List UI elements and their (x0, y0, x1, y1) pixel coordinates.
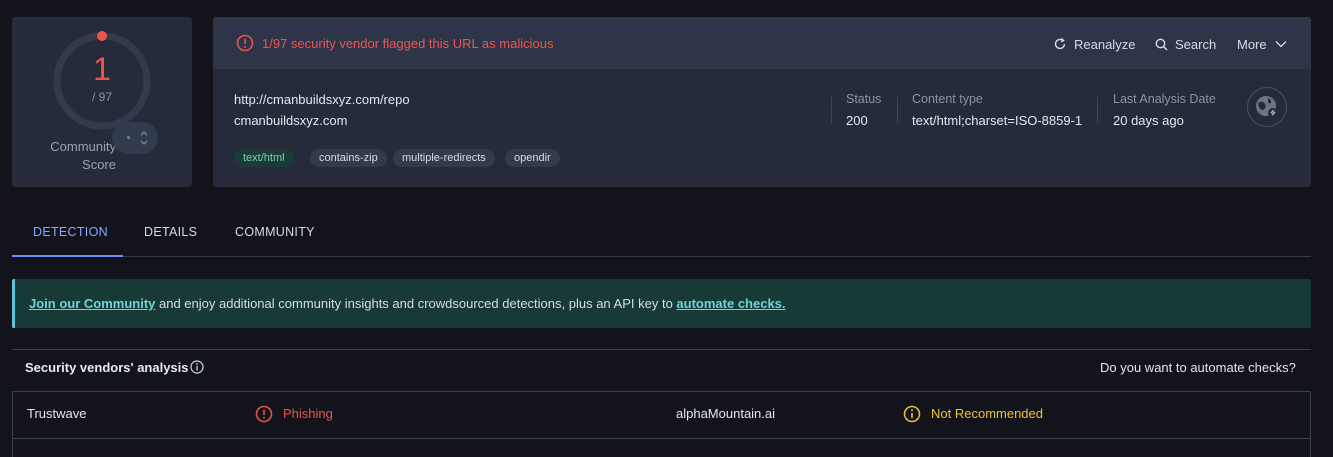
reanalyze-button[interactable]: Reanalyze (1053, 35, 1135, 53)
alert-message: 1/97 security vendor flagged this URL as… (262, 36, 554, 51)
meta-divider (831, 97, 832, 123)
info-icon[interactable] (190, 360, 204, 374)
score-gauge-marker (97, 31, 107, 41)
tag-text-html[interactable]: text/html (234, 149, 294, 167)
tag-contains-zip[interactable]: contains-zip (310, 149, 387, 167)
active-tab-indicator (12, 255, 123, 257)
status-label: Status (846, 92, 882, 106)
reanalyze-label: Reanalyze (1074, 36, 1136, 52)
vendor-row (12, 391, 1311, 439)
vendor-name-trustwave: Trustwave (27, 406, 87, 421)
tag-opendir[interactable]: opendir (505, 149, 560, 167)
tabs-divider (12, 256, 1311, 257)
community-label-line2: Score (82, 157, 116, 172)
detection-score-card: 1 / 97 Community Score (12, 17, 192, 187)
url-summary-card: 1/97 security vendor flagged this URL as… (213, 17, 1311, 187)
meta-divider (1097, 97, 1098, 123)
banner-middle-text: and enjoy additional community insights … (155, 296, 677, 311)
community-label-line1: Community (50, 139, 116, 154)
stepper-arrows-icon[interactable] (138, 129, 150, 147)
globe-link-button[interactable] (1247, 87, 1287, 127)
tab-detection[interactable]: DETECTION (33, 225, 108, 239)
vendor-row (12, 437, 1311, 457)
content-type-label: Content type (912, 92, 983, 106)
community-banner: Join our Community and enjoy additional … (12, 279, 1311, 328)
automate-checks-prompt[interactable]: Do you want to automate checks? (1100, 360, 1296, 375)
automate-checks-link[interactable]: automate checks. (676, 296, 785, 311)
join-community-link[interactable]: Join our Community (29, 296, 155, 311)
tab-community[interactable]: COMMUNITY (235, 225, 315, 239)
search-label: Search (1175, 36, 1217, 52)
banner-message: Join our Community and enjoy additional … (29, 296, 786, 311)
detection-score: 1 (93, 51, 111, 87)
search-icon (1155, 38, 1168, 51)
analyzed-domain[interactable]: cmanbuildsxyz.com (234, 113, 347, 128)
last-analysis-value: 20 days ago (1113, 113, 1184, 128)
detection-total: / 97 (91, 90, 112, 104)
vendor-result-phishing: Phishing (283, 406, 333, 421)
vendors-section-border (12, 349, 1311, 350)
chevron-down-icon (1275, 41, 1287, 48)
content-type-value: text/html;charset=ISO-8859-1 (912, 113, 1083, 128)
info-warning-icon (903, 405, 921, 423)
community-score-stepper[interactable] (112, 122, 158, 154)
search-button[interactable]: Search (1155, 35, 1216, 53)
vendor-result-not-recommended: Not Recommended (931, 406, 1043, 421)
analyzed-url[interactable]: http://cmanbuildsxyz.com/repo (234, 92, 410, 107)
meta-divider (897, 97, 898, 123)
alert-circle-icon (255, 405, 273, 423)
vendor-name-alphamountain: alphaMountain.ai (676, 406, 776, 421)
more-label: More (1237, 36, 1267, 52)
globe-link-icon (1256, 96, 1278, 118)
alert-bar: 1/97 security vendor flagged this URL as… (213, 17, 1311, 69)
vendors-analysis-title: Security vendors' analysis (25, 360, 189, 375)
community-score-value (127, 136, 130, 139)
status-value: 200 (846, 113, 868, 128)
more-menu-button[interactable]: More (1237, 35, 1287, 53)
tag-multiple-redirects[interactable]: multiple-redirects (393, 149, 495, 167)
refresh-icon (1054, 38, 1066, 50)
last-analysis-label: Last Analysis Date (1113, 92, 1216, 106)
community-score-label: Community Score (38, 138, 116, 174)
tab-details[interactable]: DETAILS (144, 225, 197, 239)
alert-circle-icon (236, 34, 254, 52)
banner-accent-stripe (12, 279, 15, 328)
